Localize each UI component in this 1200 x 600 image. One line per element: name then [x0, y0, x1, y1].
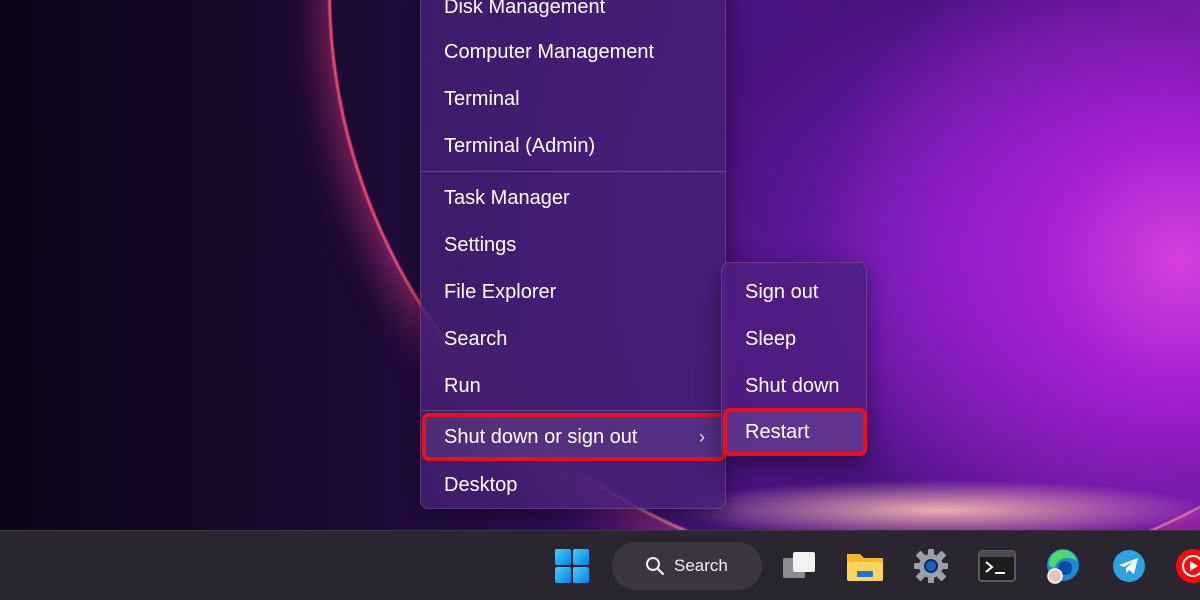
search-icon — [646, 557, 665, 576]
search-label: Search — [674, 556, 728, 575]
telegram-logo-icon — [1113, 550, 1145, 582]
menu-item-search[interactable]: Search — [425, 318, 723, 360]
terminal-glyph — [978, 550, 1016, 582]
menu-item-label: File Explorer — [444, 280, 557, 303]
windows-start-icon[interactable] — [551, 545, 593, 587]
menu-item-label: Terminal — [444, 87, 520, 110]
youtube-icon[interactable] — [1172, 545, 1200, 587]
submenu-item-shut-down[interactable]: Shut down — [726, 365, 864, 407]
menu-item-desktop[interactable]: Desktop — [425, 464, 723, 506]
menu-item-label: Shut down or sign out — [444, 425, 638, 448]
menu-item-disk-management[interactable]: Disk Management — [425, 0, 723, 28]
menu-item-label: Disk Management — [444, 0, 606, 18]
menu-item-terminal[interactable]: Terminal — [425, 78, 723, 120]
terminal-icon[interactable] — [976, 545, 1018, 587]
menu-item-run[interactable]: Run — [425, 365, 723, 407]
menu-item-label: Desktop — [444, 473, 518, 496]
file-explorer-icon[interactable] — [844, 545, 886, 587]
taskbar: Search — [0, 530, 1200, 600]
settings-gear-icon[interactable] — [910, 545, 952, 587]
folder-icon — [847, 554, 883, 581]
menu-item-label: Computer Management — [444, 40, 655, 63]
task-view-icon[interactable] — [778, 545, 820, 587]
shut-down-submenu: Sign out Sleep Shut down Restart — [721, 262, 867, 456]
taskbar-search-button[interactable]: Search — [612, 542, 762, 590]
menu-item-label: Task Manager — [444, 186, 570, 209]
menu-item-shut-down-or-sign-out[interactable]: Shut down or sign out › — [422, 413, 726, 461]
menu-separator — [421, 171, 725, 172]
submenu-item-restart[interactable]: Restart — [723, 408, 867, 456]
menu-separator — [421, 410, 725, 411]
menu-item-label: Search — [444, 327, 508, 350]
menu-item-computer-management[interactable]: Computer Management — [425, 31, 723, 73]
telegram-icon[interactable] — [1108, 545, 1150, 587]
edge-logo-icon — [1047, 549, 1079, 584]
menu-item-task-manager[interactable]: Task Manager — [425, 177, 723, 219]
chevron-right-icon: › — [699, 427, 705, 447]
power-user-menu: Disk Management Computer Management Term… — [420, 0, 726, 509]
submenu-item-sleep[interactable]: Sleep — [726, 318, 864, 360]
gear-icon — [914, 549, 948, 583]
menu-item-label: Settings — [444, 233, 517, 256]
submenu-item-label: Restart — [745, 420, 810, 443]
menu-item-terminal-admin[interactable]: Terminal (Admin) — [425, 125, 723, 167]
submenu-item-label: Shut down — [745, 374, 840, 397]
windows-logo — [555, 549, 589, 583]
menu-item-label: Terminal (Admin) — [444, 134, 596, 157]
menu-item-settings[interactable]: Settings — [425, 224, 723, 266]
menu-item-label: Run — [444, 374, 481, 397]
submenu-item-sign-out[interactable]: Sign out — [726, 271, 864, 313]
menu-item-file-explorer[interactable]: File Explorer — [425, 271, 723, 313]
submenu-item-label: Sign out — [745, 280, 819, 303]
youtube-logo-icon — [1176, 549, 1200, 583]
edge-browser-icon[interactable] — [1042, 545, 1084, 587]
submenu-item-label: Sleep — [745, 327, 797, 350]
task-view-glyph — [783, 552, 815, 578]
